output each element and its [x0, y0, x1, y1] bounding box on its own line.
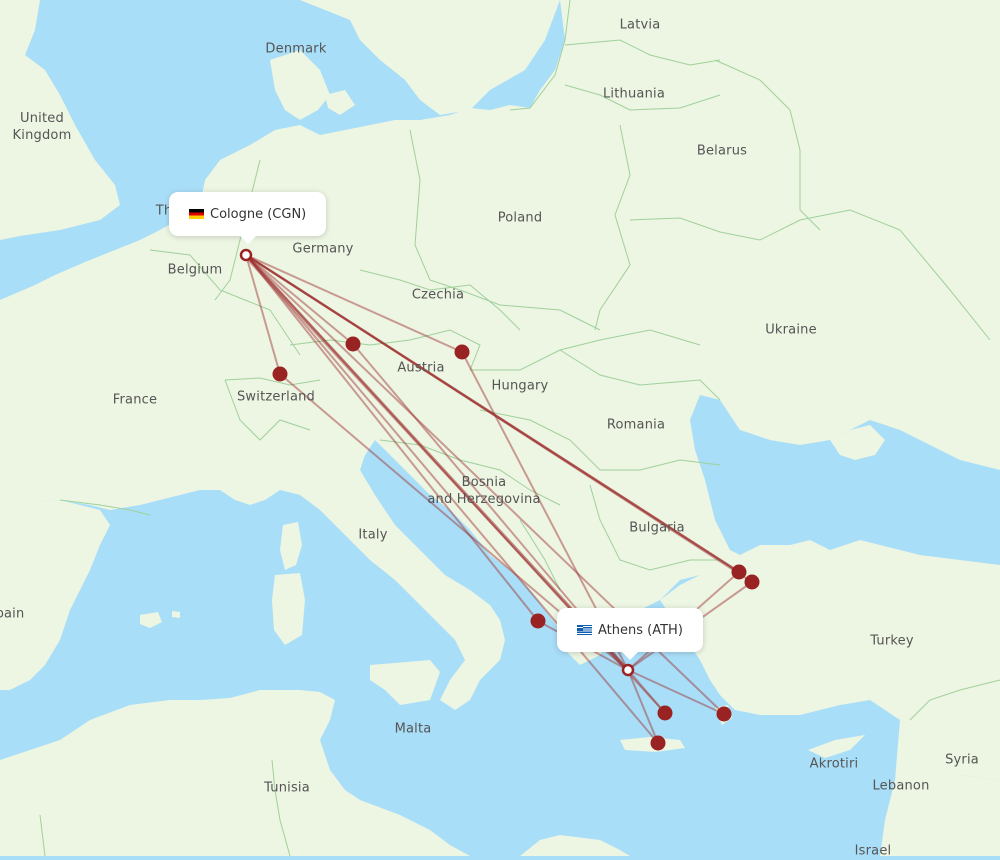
country-label-switzerland: Switzerland: [236, 389, 316, 405]
stopover-marker-heraklion[interactable]: [650, 735, 666, 751]
stopover-marker-istanbul-saw[interactable]: [744, 574, 760, 590]
destination-marker[interactable]: [621, 663, 635, 677]
country-label-denmark: Denmark: [265, 41, 327, 57]
country-label-tunisia: Tunisia: [264, 780, 310, 796]
stopover-marker-istanbul[interactable]: [731, 564, 747, 580]
land-layer: [0, 0, 1000, 856]
country-label-austria: Austria: [397, 360, 445, 376]
stopover-marker-corfu[interactable]: [530, 613, 546, 629]
country-label-syria: Syria: [945, 752, 979, 768]
country-label-united-kingdom: United Kingdom: [12, 111, 72, 143]
greece-flag-icon: [577, 625, 592, 635]
country-label-italy: Italy: [358, 527, 388, 543]
origin-label: Cologne (CGN): [210, 206, 307, 222]
country-label-bosnia: Bosnia and Herzegovina: [427, 475, 541, 507]
country-label-israel: Israel: [854, 843, 892, 859]
map-canvas[interactable]: [0, 0, 1000, 856]
stopover-marker-santorini[interactable]: [657, 705, 673, 721]
country-label-turkey: Turkey: [870, 633, 914, 649]
country-label-belgium: Belgium: [167, 262, 223, 278]
country-label-lithuania: Lithuania: [602, 86, 666, 102]
country-label-malta: Malta: [394, 721, 432, 737]
route-line-santorini-ath: [627, 669, 666, 714]
country-label-romania: Romania: [606, 417, 666, 433]
germany-flag-icon: [189, 209, 204, 219]
country-label-akrotiri: Akrotiri: [809, 756, 859, 772]
stopover-marker-vienna[interactable]: [454, 344, 470, 360]
stopover-marker-rhodes[interactable]: [716, 706, 732, 722]
origin-marker[interactable]: [239, 248, 253, 262]
country-label-czechia: Czechia: [411, 287, 465, 303]
stopover-marker-munich[interactable]: [345, 336, 361, 352]
country-label-spain: pain: [0, 606, 25, 622]
stopover-marker-zurich[interactable]: [272, 366, 288, 382]
country-label-lebanon: Lebanon: [872, 778, 930, 794]
country-label-belarus: Belarus: [696, 143, 748, 159]
country-label-germany: Germany: [292, 241, 354, 257]
country-label-latvia: Latvia: [619, 17, 661, 33]
country-label-hungary: Hungary: [491, 378, 549, 394]
destination-popup[interactable]: Athens (ATH): [557, 608, 703, 660]
country-label-france: France: [112, 392, 158, 408]
country-label-poland: Poland: [497, 210, 543, 226]
origin-popup[interactable]: Cologne (CGN): [169, 192, 327, 244]
destination-label: Athens (ATH): [598, 622, 683, 638]
country-label-bulgaria: Bulgaria: [629, 520, 685, 536]
country-label-ukraine: Ukraine: [765, 322, 817, 338]
